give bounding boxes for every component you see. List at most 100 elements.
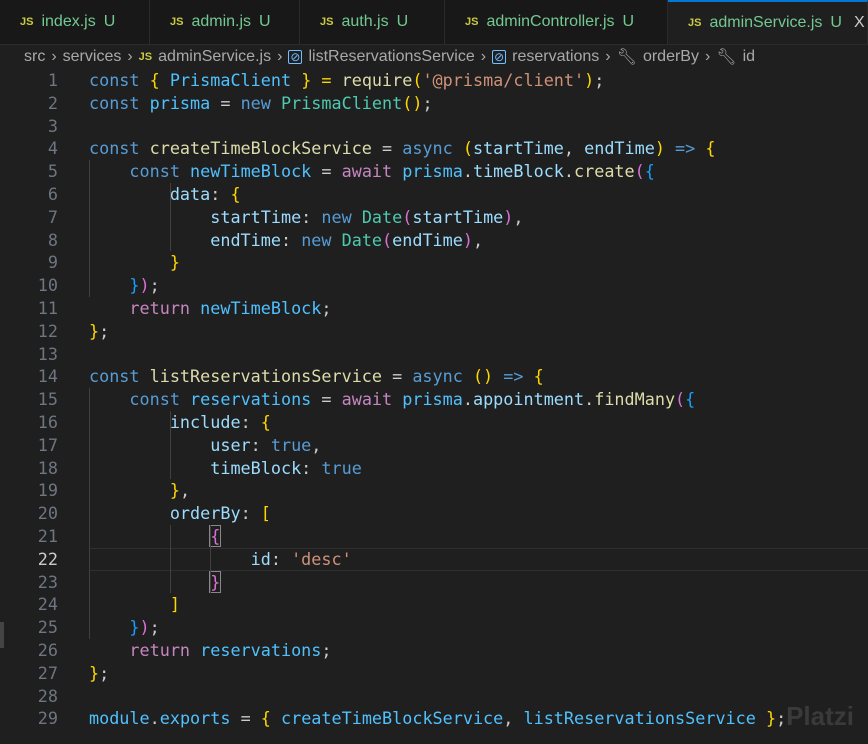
chevron-right-icon: › — [127, 48, 133, 65]
code-token: require — [341, 70, 413, 90]
code-token: true — [321, 457, 362, 478]
code-token: createTimeBlockService — [149, 138, 372, 159]
code-line[interactable]: 14 const listReservationsService = async … — [0, 365, 868, 388]
chevron-right-icon: › — [480, 48, 487, 65]
code-line[interactable]: 5 const newTimeBlock = await prisma.time… — [0, 160, 868, 183]
indent-guide — [89, 160, 90, 297]
line-number: 19 — [37, 480, 58, 501]
js-file-icon: JS — [170, 16, 184, 28]
code-token: } — [89, 480, 180, 501]
code-token: [ — [260, 503, 271, 524]
code-token: orderBy — [89, 503, 241, 524]
line-number: 25 — [37, 617, 58, 638]
code-line[interactable]: 18 timeBlock: true — [0, 457, 868, 480]
code-line[interactable]: 21 { — [0, 524, 868, 548]
tab-auth[interactable]: JS auth.js U — [300, 0, 445, 44]
breadcrumb-item[interactable]: orderBy — [643, 48, 699, 66]
code-line[interactable]: 19 }, — [0, 479, 868, 502]
code-token: const — [89, 92, 150, 113]
breadcrumb-item[interactable]: id — [743, 48, 755, 66]
code-line[interactable]: 1 const { PrismaClient } = require('@pris… — [0, 69, 868, 92]
code-token: ( — [412, 70, 423, 90]
code-text: }); — [89, 274, 160, 297]
code-token: include — [89, 411, 241, 432]
code-token: endTime — [89, 229, 281, 250]
code-token: id — [89, 548, 271, 569]
code-text: } — [89, 251, 180, 274]
line-number: 8 — [47, 229, 58, 250]
code-text: module.exports = { createTimeBlockServic… — [89, 707, 786, 730]
tab-label: adminController.js — [486, 13, 615, 30]
code-line[interactable]: 22 id: 'desc' — [0, 547, 868, 571]
code-line[interactable]: 10 }); — [0, 274, 868, 297]
breadcrumb-item[interactable]: services — [63, 48, 122, 66]
code-line[interactable]: 26 return reservations; — [0, 639, 868, 662]
breadcrumb-item[interactable]: adminService.js — [158, 48, 271, 66]
code-line[interactable]: 16 include: { — [0, 411, 868, 434]
code-line[interactable]: 24 ] — [0, 593, 868, 616]
code-line[interactable]: 17 user: true, — [0, 434, 868, 457]
code-line[interactable]: 9 } — [0, 251, 868, 274]
code-token: ; — [149, 275, 160, 296]
code-token: const — [89, 70, 150, 90]
tab-status: U — [622, 13, 635, 30]
code-token: newTimeBlock — [200, 297, 322, 318]
code-token: ; — [149, 617, 160, 638]
code-text: }; — [89, 662, 109, 685]
breadcrumb-item[interactable]: src — [24, 48, 45, 66]
code-token: PrismaClient — [159, 70, 302, 90]
line-number: 12 — [37, 320, 58, 341]
tab-adminservice[interactable]: JS adminService.js U X — [668, 0, 868, 44]
code-text: ] — [89, 593, 180, 616]
js-file-icon: JS — [20, 16, 34, 28]
code-line[interactable]: 25 }); — [0, 616, 868, 639]
code-token: { — [705, 138, 716, 159]
line-number: 16 — [37, 411, 58, 432]
code-token: reservations — [190, 389, 312, 410]
code-line[interactable]: 7 startTime: new Date(startTime), — [0, 206, 868, 229]
code-line[interactable]: 23 } — [0, 570, 868, 594]
chevron-right-icon: › — [605, 48, 611, 65]
code-token: = — [230, 708, 261, 729]
tab-admincontroller[interactable]: JS adminController.js U — [445, 0, 668, 44]
code-token: } — [765, 708, 777, 729]
code-text: } — [89, 570, 222, 594]
close-icon[interactable]: X — [854, 14, 865, 32]
code-token: } — [89, 662, 100, 683]
code-token: : — [210, 183, 231, 204]
breadcrumb-item[interactable]: listReservationsService — [308, 48, 474, 66]
code-line[interactable]: 11 return newTimeBlock; — [0, 297, 868, 320]
code-line[interactable]: 8 endTime: new Date(endTime), — [0, 229, 868, 252]
tab-admin[interactable]: JS admin.js U — [150, 0, 300, 44]
code-line[interactable]: 28 — [0, 685, 868, 708]
breadcrumb-item[interactable]: reservations — [512, 48, 599, 66]
code-token: listReservationsService — [149, 366, 382, 387]
code-line[interactable]: 6 data: { — [0, 183, 868, 206]
code-line[interactable]: 4 const createTimeBlockService = async (s… — [0, 137, 868, 160]
tab-index[interactable]: JS index.js U — [0, 0, 150, 44]
chevron-right-icon: › — [277, 48, 283, 65]
code-line[interactable]: 27}; — [0, 662, 868, 685]
line-number: 4 — [47, 138, 58, 159]
code-token: ( — [382, 229, 393, 250]
code-line[interactable]: 13 — [0, 343, 868, 366]
code-line[interactable]: 12}; — [0, 320, 868, 343]
code-token: . — [462, 161, 473, 182]
indent-guide — [169, 411, 171, 480]
code-editor[interactable]: 1 const { PrismaClient } = require('@pris… — [0, 69, 868, 744]
code-token: findMany — [594, 389, 676, 410]
line-number: 10 — [37, 275, 58, 296]
code-line[interactable]: 20 orderBy: [ — [0, 502, 868, 525]
code-token: ) — [462, 229, 473, 250]
code-line[interactable]: 3 — [0, 115, 868, 138]
code-line[interactable]: 29 module.exports = { createTimeBlockServ… — [0, 707, 868, 730]
line-number: 14 — [37, 366, 58, 387]
code-token: => — [664, 138, 706, 159]
code-text: return newTimeBlock; — [89, 297, 331, 320]
line-number: 18 — [37, 457, 58, 478]
code-token: () — [402, 92, 423, 113]
code-line[interactable]: 15 const reservations = await prisma.app… — [0, 388, 868, 411]
scroll-indicator[interactable] — [0, 622, 4, 648]
code-line[interactable]: 2 const prisma = new PrismaClient(); — [0, 92, 868, 115]
